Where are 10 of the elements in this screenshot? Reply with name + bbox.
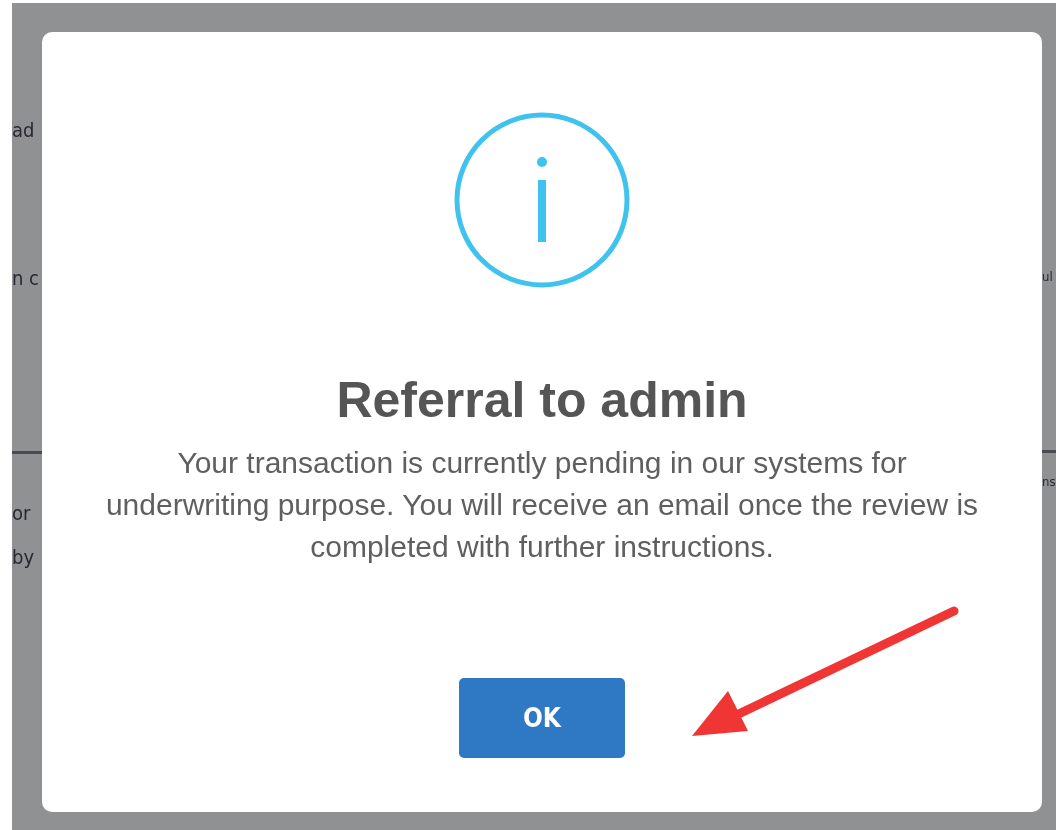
background-text: ul xyxy=(1042,268,1054,286)
background-text: ad xyxy=(12,117,36,144)
background-text: by xyxy=(12,544,36,571)
ok-button[interactable]: OK xyxy=(459,678,625,758)
background-text: or xyxy=(12,500,32,527)
dialog-title: Referral to admin xyxy=(336,371,748,430)
background-text: n c xyxy=(12,265,40,292)
background-text: ns xyxy=(1042,473,1056,491)
info-icon xyxy=(454,112,630,288)
dialog-message: Your transaction is currently pending in our systems for underwriting purpose. You will receive an email once the review is completed with further instructions. xyxy=(104,445,980,565)
